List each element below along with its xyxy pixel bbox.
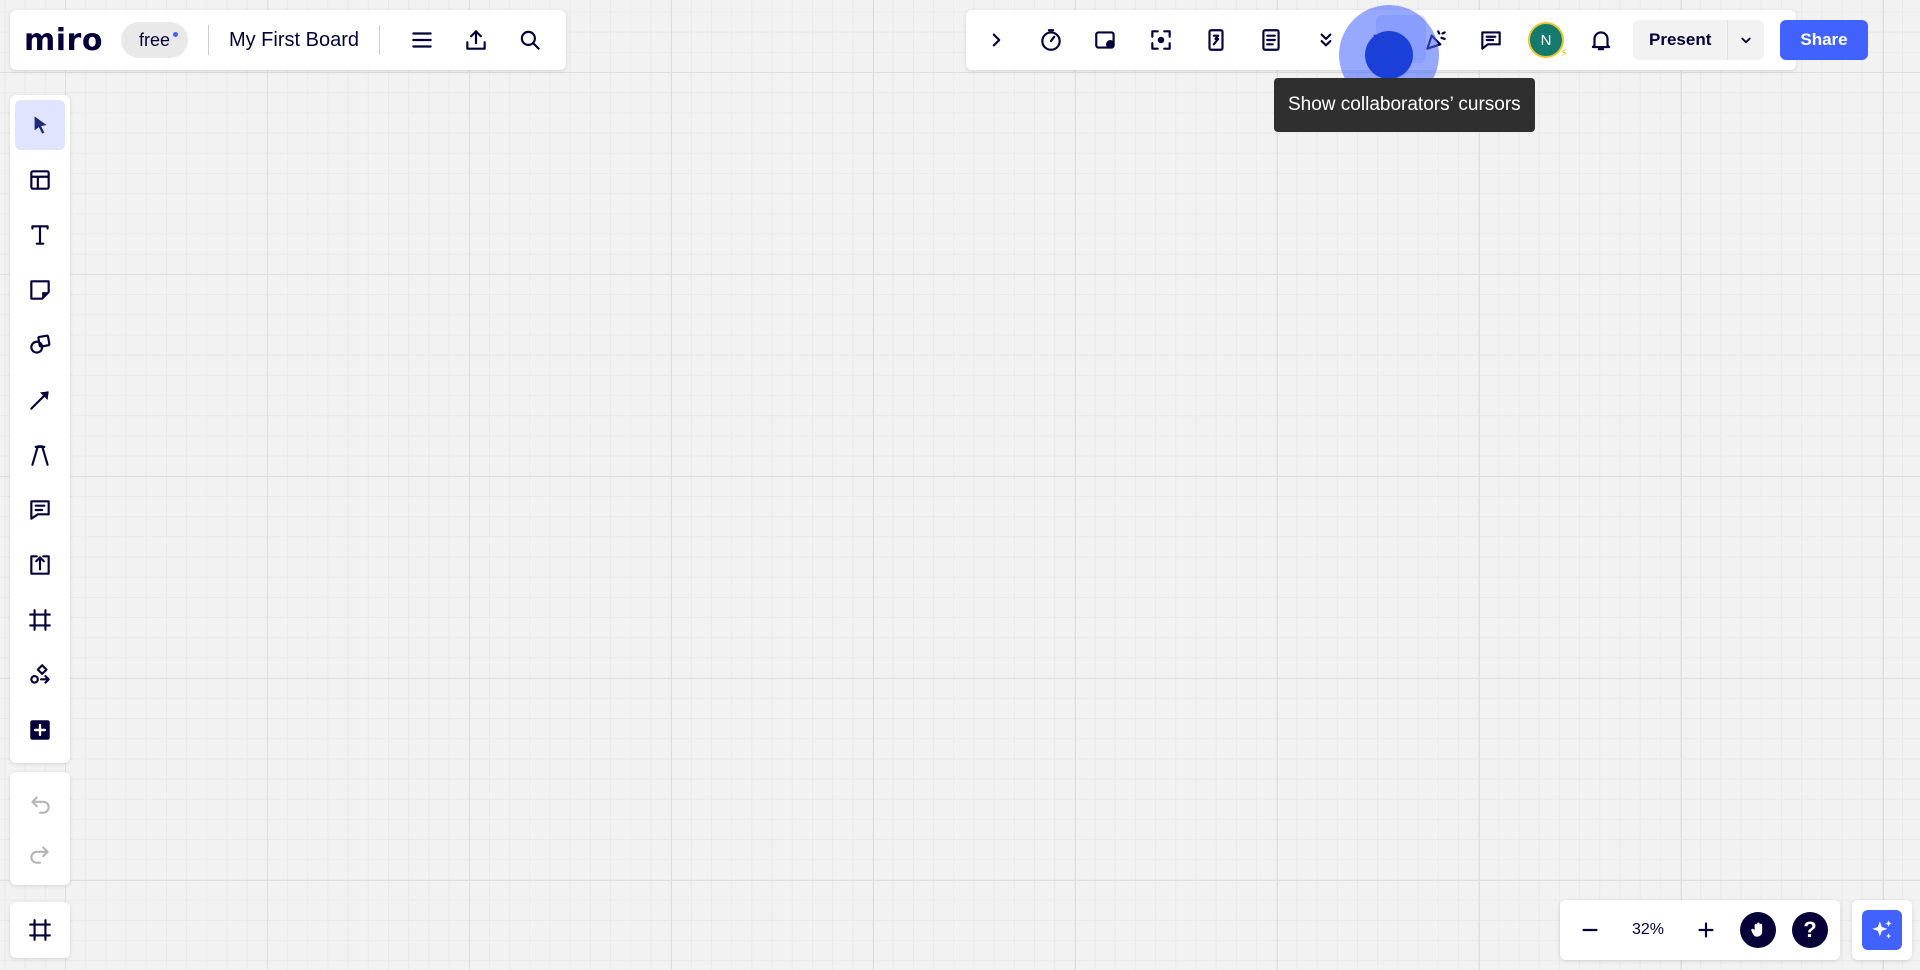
present-button[interactable]: Present	[1633, 30, 1727, 50]
expand-chevron-icon	[992, 33, 1001, 47]
plan-badge-label: free	[138, 29, 170, 50]
menu-button[interactable]	[400, 18, 444, 62]
user-avatar-button[interactable]: N ⚡	[1524, 18, 1568, 62]
export-button[interactable]	[454, 18, 498, 62]
sparkles-icon	[1872, 920, 1892, 939]
menu-icon	[412, 32, 432, 48]
voting-icon	[1095, 31, 1115, 49]
help-button[interactable]: ?	[1788, 908, 1832, 952]
help-icon: ?	[1792, 912, 1828, 948]
focus-button[interactable]	[1139, 18, 1183, 62]
add-apps-tool[interactable]	[15, 705, 65, 755]
sticky-note-tool[interactable]	[15, 265, 65, 315]
shapes-tool[interactable]	[15, 320, 65, 370]
pen-icon	[31, 445, 49, 466]
zoom-level[interactable]: 32%	[1620, 921, 1676, 939]
collapse-toolbar-button[interactable]	[974, 18, 1018, 62]
present-options-button[interactable]	[1727, 20, 1764, 60]
upload-tool[interactable]	[15, 540, 65, 590]
undo-icon	[31, 795, 50, 814]
avatar-initial: N	[1540, 31, 1552, 49]
arrow-icon	[30, 391, 49, 410]
divider	[379, 25, 380, 55]
card-button[interactable]	[1194, 18, 1238, 62]
focus-icon	[1151, 30, 1171, 50]
comments-icon	[1481, 31, 1501, 50]
comment-tool[interactable]	[15, 485, 65, 535]
templates-tool[interactable]	[15, 155, 65, 205]
frame-tool[interactable]	[15, 595, 65, 645]
minus-icon	[1582, 928, 1598, 932]
connection-line-tool[interactable]	[15, 375, 65, 425]
export-icon	[466, 30, 486, 50]
templates-icon	[30, 170, 50, 190]
select-tool[interactable]	[15, 100, 65, 150]
card-icon	[1208, 29, 1224, 51]
plan-badge[interactable]: free	[120, 22, 188, 58]
notifications-button[interactable]	[1579, 18, 1623, 62]
voting-button[interactable]	[1084, 18, 1128, 62]
text-icon	[31, 225, 49, 245]
ai-assistant-button[interactable]	[1862, 910, 1902, 950]
text-tool[interactable]	[15, 210, 65, 260]
share-button[interactable]: Share	[1780, 20, 1868, 60]
search-button[interactable]	[508, 18, 552, 62]
notification-dot	[172, 32, 178, 37]
frames-icon	[29, 919, 51, 941]
creation-toolbar	[10, 95, 70, 763]
hand-icon	[1740, 912, 1776, 948]
upload-icon	[30, 555, 50, 575]
click-indicator	[1365, 31, 1413, 79]
ai-assistant-panel	[1852, 900, 1912, 960]
add-apps-icon	[30, 720, 50, 740]
frames-button[interactable]	[18, 908, 62, 952]
board-canvas[interactable]	[0, 0, 1920, 970]
plus-icon	[1698, 922, 1714, 938]
comments-button[interactable]	[1469, 18, 1513, 62]
history-toolbar	[10, 772, 70, 885]
comment-icon	[30, 500, 50, 520]
bolt-icon: ⚡	[1559, 46, 1568, 60]
frames-panel-toggle	[10, 902, 70, 958]
board-header: miro free My First Board	[10, 10, 566, 70]
more-icon	[1320, 33, 1332, 47]
pen-tool[interactable]	[15, 430, 65, 480]
zoom-in-button[interactable]	[1684, 908, 1728, 952]
avatar: N ⚡	[1528, 22, 1568, 60]
zoom-controls: 32% ?	[1560, 900, 1840, 960]
present-control: Present	[1633, 20, 1765, 60]
miro-logo[interactable]: miro	[24, 23, 103, 58]
chevron-down-icon	[1741, 37, 1752, 44]
diagram-tool[interactable]	[15, 650, 65, 700]
tooltip: Show collaborators’ cursors	[1274, 78, 1535, 132]
divider	[207, 25, 209, 55]
timer-icon	[1041, 29, 1061, 51]
zoom-out-button[interactable]	[1568, 908, 1612, 952]
timer-button[interactable]	[1029, 18, 1073, 62]
undo-button[interactable]	[15, 779, 65, 829]
board-title[interactable]: My First Board	[229, 29, 359, 52]
frame-icon	[29, 609, 51, 631]
sticky-note-icon	[30, 280, 50, 300]
select-icon	[34, 116, 47, 134]
notes-icon	[1262, 29, 1280, 51]
redo-icon	[30, 845, 49, 864]
hand-mode-button[interactable]	[1736, 908, 1780, 952]
shapes-icon	[30, 334, 51, 354]
bell-icon	[1591, 31, 1611, 51]
search-icon	[520, 30, 540, 50]
redo-button[interactable]	[15, 829, 65, 879]
notes-button[interactable]	[1249, 18, 1293, 62]
diagram-icon	[30, 664, 50, 684]
